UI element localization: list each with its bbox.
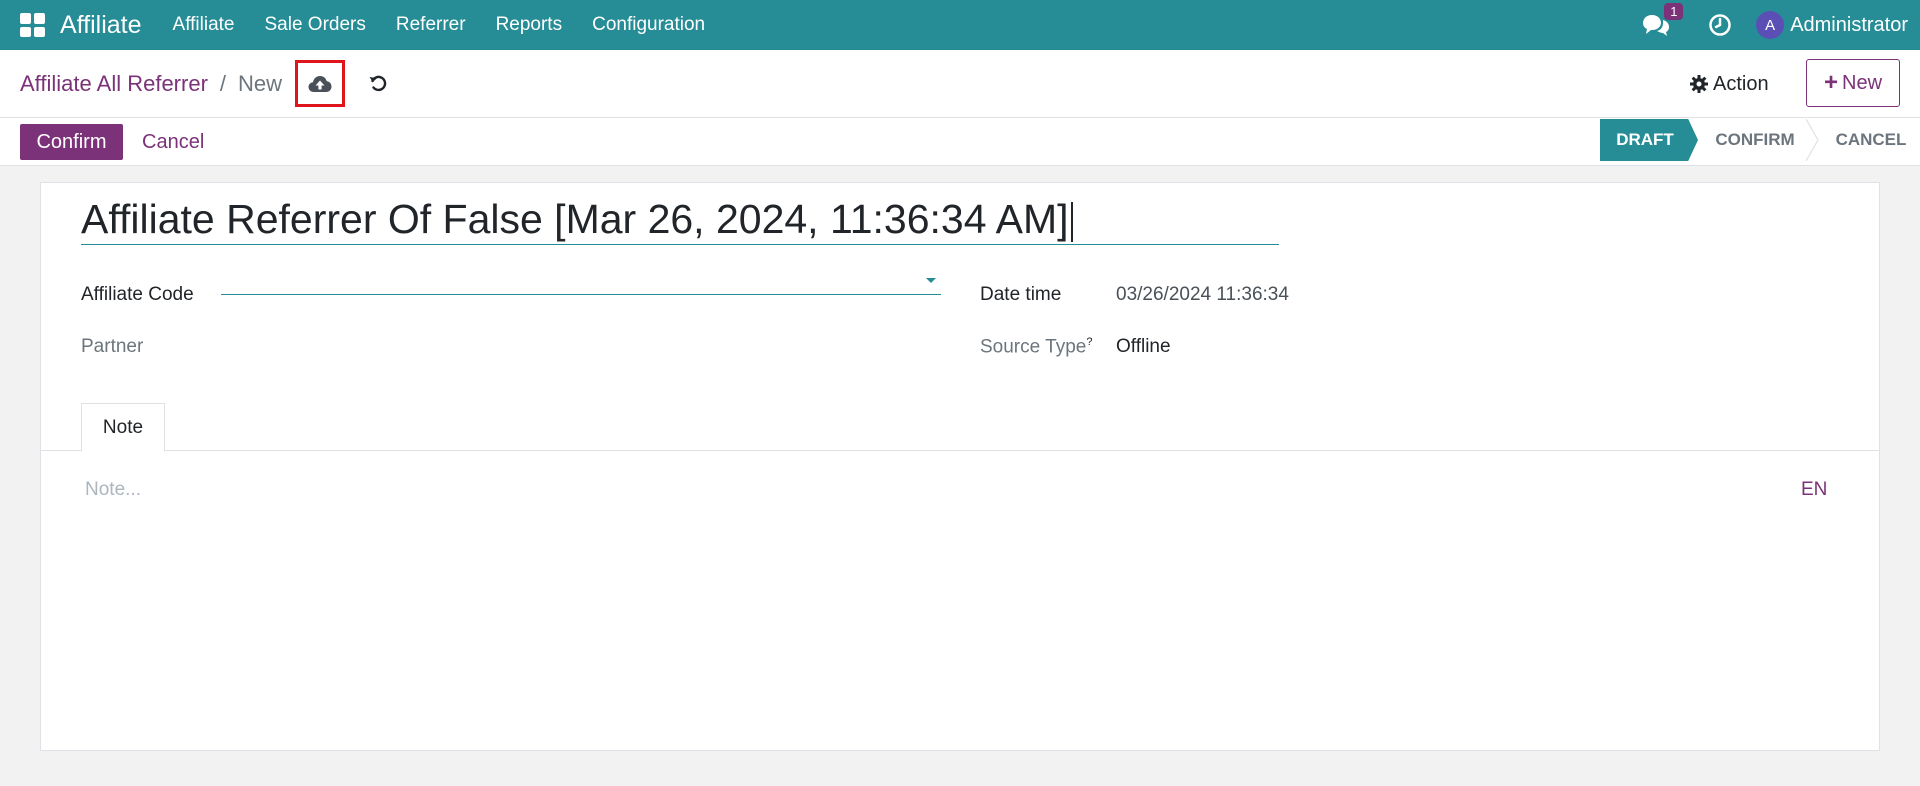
cancel-button[interactable]: Cancel <box>142 124 204 160</box>
gear-icon <box>1690 75 1708 93</box>
statusbar: Confirm Cancel DRAFT CONFIRM CANCEL <box>0 118 1920 166</box>
source-type-label: Source Type? <box>980 336 1092 358</box>
affiliate-code-label: Affiliate Code <box>81 284 194 305</box>
avatar[interactable]: A <box>1756 11 1785 39</box>
chevron-down-icon <box>926 278 936 283</box>
save-button[interactable] <box>295 60 345 107</box>
menu-configuration[interactable]: Configuration <box>577 0 720 50</box>
discard-button[interactable] <box>365 67 391 99</box>
control-panel: Affiliate All Referrer / New Action + Ne… <box>0 50 1920 118</box>
undo-icon <box>369 75 387 92</box>
source-type-value[interactable]: Offline <box>1116 336 1171 358</box>
menu-affiliate[interactable]: Affiliate <box>158 0 250 50</box>
form-sheet: Affiliate Referrer Of False [Mar 26, 202… <box>40 182 1880 751</box>
confirm-button[interactable]: Confirm <box>20 124 123 160</box>
plus-icon: + <box>1823 69 1838 96</box>
record-title: Affiliate Referrer Of False [Mar 26, 202… <box>81 196 1069 242</box>
clock-icon[interactable] <box>1708 13 1732 37</box>
top-navbar: Affiliate Affiliate Sale Orders Referrer… <box>0 0 1920 50</box>
notebook-tabs: Note <box>41 399 1879 452</box>
chat-icon[interactable]: 1 <box>1642 3 1684 38</box>
apps-grid-icon[interactable] <box>20 13 46 37</box>
help-tooltip-icon[interactable]: ? <box>1086 336 1092 348</box>
partner-label: Partner <box>81 336 144 357</box>
title-field[interactable]: Affiliate Referrer Of False [Mar 26, 202… <box>81 197 1279 245</box>
new-button[interactable]: + New <box>1806 59 1900 107</box>
note-input[interactable]: Note... <box>85 479 1785 509</box>
source-type-text: Source Type <box>980 336 1087 358</box>
menu-reports[interactable]: Reports <box>481 0 578 50</box>
menu-referrer[interactable]: Referrer <box>381 0 481 50</box>
action-button[interactable]: Action <box>1690 66 1769 102</box>
action-label: Action <box>1713 72 1769 95</box>
chat-badge: 1 <box>1664 3 1684 20</box>
app-brand[interactable]: Affiliate <box>60 11 142 40</box>
cloud-upload-icon <box>308 75 332 92</box>
new-label: New <box>1842 71 1883 94</box>
breadcrumb-current: New <box>238 71 283 96</box>
stage-confirm[interactable]: CONFIRM <box>1696 119 1814 161</box>
breadcrumb: Affiliate All Referrer / New <box>20 50 282 118</box>
language-button[interactable]: EN <box>1801 479 1827 501</box>
stage-cancel[interactable]: CANCEL <box>1810 119 1920 161</box>
tab-note[interactable]: Note <box>81 403 165 452</box>
stage-draft[interactable]: DRAFT <box>1600 119 1698 161</box>
menu-sale-orders[interactable]: Sale Orders <box>250 0 381 50</box>
date-time-value[interactable]: 03/26/2024 11:36:34 <box>1116 284 1289 306</box>
breadcrumb-separator: / <box>219 71 227 96</box>
text-cursor <box>1070 202 1073 243</box>
breadcrumb-parent[interactable]: Affiliate All Referrer <box>20 71 208 97</box>
affiliate-code-select[interactable] <box>221 265 941 295</box>
user-menu[interactable]: Administrator <box>1790 14 1908 37</box>
date-time-label: Date time <box>980 284 1062 305</box>
